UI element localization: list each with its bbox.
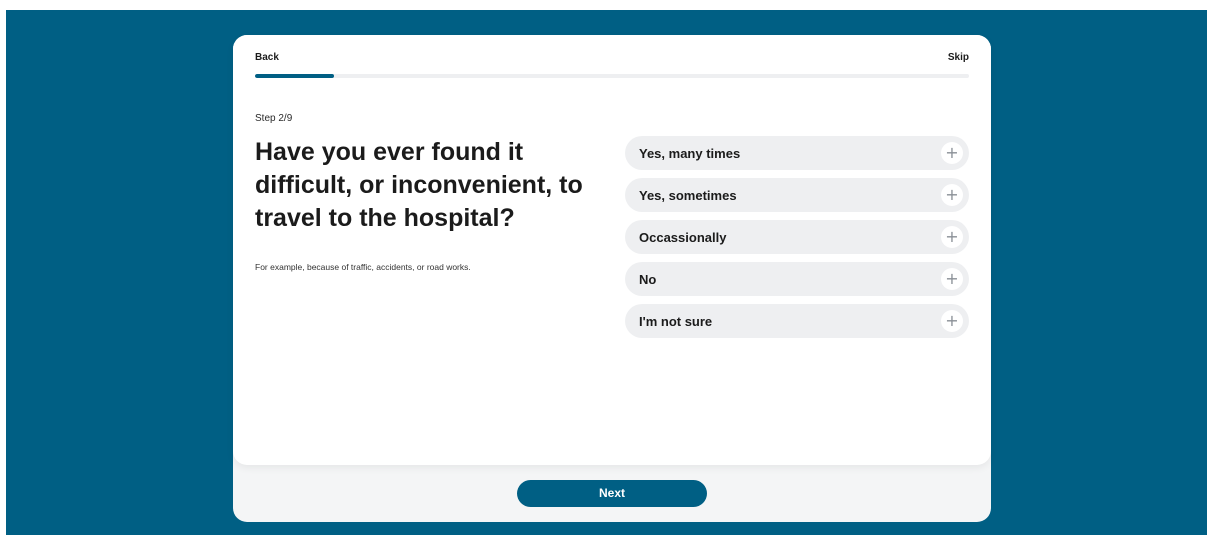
answer-option-yes-many-times[interactable]: Yes, many times +: [625, 136, 969, 170]
answer-option-label: Yes, many times: [639, 146, 741, 161]
question-hint: For example, because of traffic, acciden…: [255, 262, 471, 272]
answer-option-label: I'm not sure: [639, 314, 713, 329]
step-counter: Step 2/9: [255, 113, 293, 124]
answer-option-no[interactable]: No +: [625, 262, 969, 296]
progress-bar-fill: [255, 74, 335, 78]
plus-icon: +: [941, 184, 963, 206]
survey-card-body: Back Skip Step 2/9 Have you ever found i…: [233, 35, 991, 465]
plus-icon: +: [941, 142, 963, 164]
answer-option-not-sure[interactable]: I'm not sure +: [625, 304, 969, 338]
question-heading: Have you ever found it difficult, or inc…: [255, 138, 583, 232]
survey-card: Back Skip Step 2/9 Have you ever found i…: [233, 35, 991, 522]
answer-option-label: Yes, sometimes: [639, 188, 737, 203]
plus-icon: +: [941, 226, 963, 248]
skip-link[interactable]: Skip: [948, 52, 969, 63]
answer-option-label: Occassionally: [639, 230, 727, 245]
answer-option-label: No: [639, 272, 657, 287]
plus-icon: +: [941, 310, 963, 332]
answer-option-yes-sometimes[interactable]: Yes, sometimes +: [625, 178, 969, 212]
next-button[interactable]: Next: [517, 480, 707, 507]
progress-bar: [255, 74, 969, 78]
answer-options: Yes, many times + Yes, sometimes + Occas…: [625, 136, 969, 346]
plus-icon: +: [941, 268, 963, 290]
answer-option-occasionally[interactable]: Occassionally +: [625, 220, 969, 254]
back-link[interactable]: Back: [255, 52, 279, 63]
